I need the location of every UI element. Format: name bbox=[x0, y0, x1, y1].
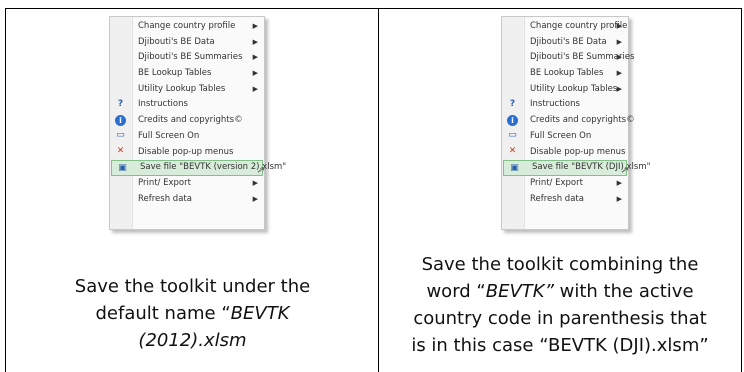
submenu-arrow-icon: ▶ bbox=[252, 53, 258, 62]
menu-item[interactable]: Change country profile ▶ bbox=[110, 19, 264, 35]
caption-line: default name “BEVTK bbox=[6, 300, 379, 327]
menu-item-label: Refresh data bbox=[138, 193, 192, 204]
menu-item-label: Utility Lookup Tables bbox=[530, 83, 618, 94]
submenu-arrow-icon: ▶ bbox=[616, 69, 622, 78]
caption-line: country code in parenthesis that bbox=[413, 308, 707, 329]
caption-text: with the active bbox=[553, 281, 694, 302]
context-menu: Change country profile ▶ Djibouti's BE Dat… bbox=[109, 16, 286, 230]
caption-line: is in this case “BEVTK (DJI).xlsm” bbox=[411, 335, 709, 356]
menu-item[interactable]: i Credits and copyrights© bbox=[110, 113, 264, 129]
menu-item[interactable]: ▭ Full Screen On bbox=[502, 129, 628, 145]
disable-menu-icon: ✕ bbox=[116, 146, 125, 157]
menu-item[interactable]: ? Instructions bbox=[502, 97, 628, 113]
menu-item-label: Refresh data bbox=[530, 193, 584, 204]
submenu-arrow-icon: ▶ bbox=[616, 22, 622, 30]
submenu-arrow-icon: ▶ bbox=[616, 194, 622, 203]
menu-item[interactable]: ✕ Disable pop-up menus bbox=[502, 145, 628, 161]
mouse-cursor-icon: ➘ bbox=[253, 164, 269, 176]
menu-item-label: Instructions bbox=[138, 99, 188, 110]
menu-item[interactable]: Refresh data ▶ bbox=[502, 192, 628, 208]
menu-item[interactable]: ▭ Full Screen On bbox=[110, 129, 264, 145]
submenu-arrow-icon: ▶ bbox=[252, 194, 258, 203]
help-icon: ? bbox=[509, 99, 516, 110]
menu-item-label: Djibouti's BE Data bbox=[530, 36, 607, 47]
caption-line: Save the toolkit under the bbox=[74, 276, 311, 297]
table-cell-right: Change country profile ▶ Djibouti's BE Dat… bbox=[379, 9, 741, 372]
info-icon: i bbox=[507, 115, 518, 127]
menu-item-label: Change country profile bbox=[530, 21, 628, 31]
caption-left: Save the toolkit under the default name … bbox=[6, 273, 379, 354]
info-icon: i bbox=[115, 115, 126, 127]
comparison-table: Change country profile ▶ Djibouti's BE Dat… bbox=[5, 8, 742, 372]
menu-item[interactable]: i Credits and copyrights© bbox=[502, 113, 635, 129]
menu-item-label: Change country profile bbox=[138, 21, 236, 31]
submenu-arrow-icon: ▶ bbox=[616, 178, 622, 187]
caption-line: (2012).xlsm bbox=[6, 327, 379, 354]
help-icon: ? bbox=[117, 99, 124, 110]
screen-icon: ▭ bbox=[116, 130, 125, 141]
menu-item[interactable]: Print/ Export ▶ bbox=[110, 176, 264, 192]
caption-text: word “ bbox=[426, 281, 486, 302]
submenu-arrow-icon: ▶ bbox=[252, 22, 258, 30]
caption-right: Save the toolkit combining the word “BEV… bbox=[379, 251, 741, 359]
menu-item[interactable]: Print/ Export ▶ bbox=[502, 176, 628, 192]
disable-menu-icon: ✕ bbox=[508, 146, 517, 157]
menu-item-label: Full Screen On bbox=[138, 130, 200, 141]
menu-item-label: Utility Lookup Tables bbox=[138, 83, 226, 94]
save-icon: ▣ bbox=[118, 162, 127, 173]
mouse-cursor-icon: ➘ bbox=[617, 164, 633, 176]
menu-item[interactable]: Change country profile ▶ bbox=[502, 19, 628, 35]
save-icon: ▣ bbox=[510, 162, 519, 173]
menu-item-label: BE Lookup Tables bbox=[530, 68, 604, 79]
menu-item[interactable]: Djibouti's BE Summaries ▶ bbox=[110, 50, 264, 66]
submenu-arrow-icon: ▶ bbox=[616, 37, 622, 46]
menu-item[interactable]: Djibouti's BE Summaries ▶ bbox=[502, 50, 634, 66]
submenu-arrow-icon: ▶ bbox=[616, 84, 622, 93]
screen-icon: ▭ bbox=[508, 130, 517, 141]
submenu-arrow-icon: ▶ bbox=[252, 178, 258, 187]
menu-item[interactable]: Djibouti's BE Data ▶ bbox=[502, 35, 628, 51]
caption-italic: (2012).xlsm bbox=[138, 330, 247, 351]
menu-item-label: Print/ Export bbox=[138, 177, 191, 188]
caption-italic: BEVTK bbox=[230, 303, 290, 324]
table-cell-left: Change country profile ▶ Djibouti's BE Dat… bbox=[6, 9, 379, 372]
menu-item-label: Djibouti's BE Data bbox=[138, 36, 215, 47]
menu-item-label: Print/ Export bbox=[530, 177, 583, 188]
submenu-arrow-icon: ▶ bbox=[252, 69, 258, 78]
menu-item[interactable]: Utility Lookup Tables ▶ bbox=[502, 82, 628, 98]
menu-item[interactable]: Djibouti's BE Data ▶ bbox=[110, 35, 264, 51]
menu-item-label: BE Lookup Tables bbox=[138, 68, 212, 79]
menu-item-label: Instructions bbox=[530, 99, 580, 110]
caption-line: word “BEVTK” with the active bbox=[379, 278, 741, 305]
context-menu: Change country profile ▶ Djibouti's BE Dat… bbox=[501, 16, 651, 230]
menu-item-label: Credits and copyrights© bbox=[138, 115, 243, 126]
caption-line: Save the toolkit combining the bbox=[421, 254, 699, 275]
menu-item[interactable]: Refresh data ▶ bbox=[110, 192, 264, 208]
menu-item[interactable]: ✕ Disable pop-up menus bbox=[110, 145, 264, 161]
menu-item-label: Disable pop-up menus bbox=[138, 146, 234, 157]
menu-item[interactable]: ? Instructions bbox=[110, 97, 264, 113]
menu-item[interactable]: BE Lookup Tables ▶ bbox=[110, 66, 264, 82]
menu-item[interactable]: Utility Lookup Tables ▶ bbox=[110, 82, 264, 98]
menu-item[interactable]: BE Lookup Tables ▶ bbox=[502, 66, 628, 82]
caption-text: default name “ bbox=[95, 303, 231, 324]
menu-item-label: Disable pop-up menus bbox=[530, 146, 626, 157]
menu-item[interactable]: ▣ Save file "BEVTK (DJI).xlsm" ➘ bbox=[503, 160, 651, 176]
menu-item-label: Full Screen On bbox=[530, 130, 592, 141]
caption-italic: BEVTK” bbox=[485, 281, 554, 302]
menu-item-label: Credits and copyrights© bbox=[530, 115, 635, 126]
submenu-arrow-icon: ▶ bbox=[252, 84, 258, 93]
submenu-arrow-icon: ▶ bbox=[616, 53, 622, 62]
menu-item[interactable]: ▣ Save file "BEVTK (version 2).xlsm" ➘ bbox=[111, 160, 286, 176]
submenu-arrow-icon: ▶ bbox=[252, 37, 258, 46]
menu-item-label: Djibouti's BE Summaries bbox=[138, 52, 243, 63]
